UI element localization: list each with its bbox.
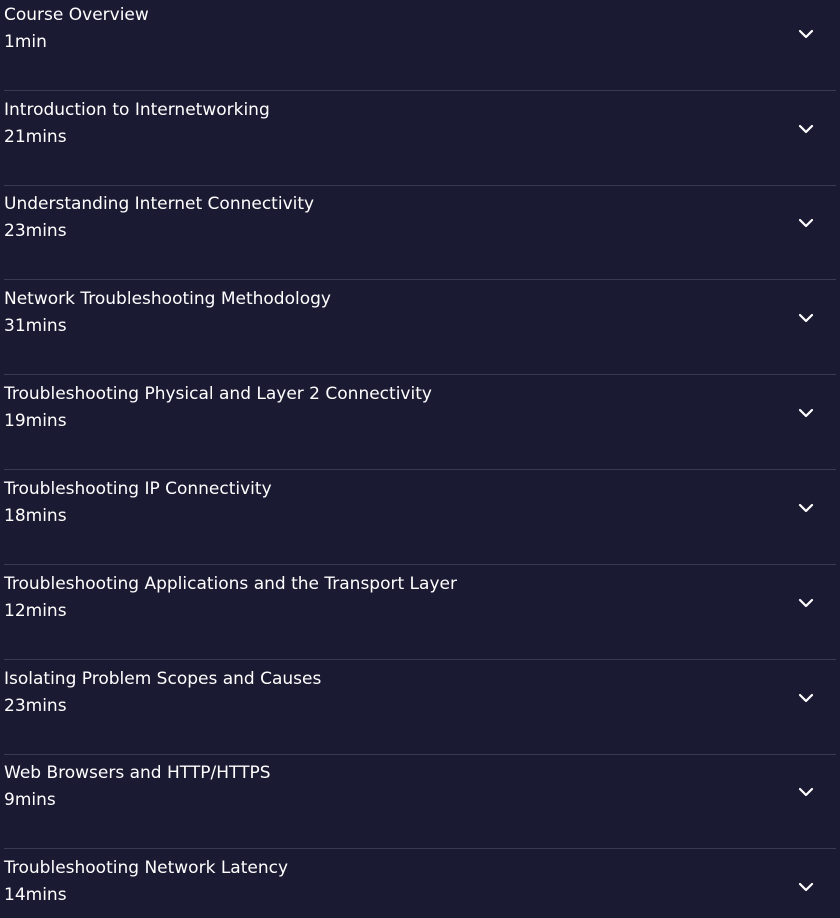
module-row-web-browsers-http[interactable]: Web Browsers and HTTP/HTTPS 9mins	[4, 754, 836, 849]
chevron-down-icon[interactable]	[794, 211, 818, 235]
chevron-down-icon[interactable]	[794, 401, 818, 425]
module-row-troubleshooting-physical-layer-2[interactable]: Troubleshooting Physical and Layer 2 Con…	[4, 375, 836, 470]
module-duration: 23mins	[4, 221, 67, 241]
module-row-course-overview[interactable]: Course Overview 1min	[4, 0, 836, 91]
module-duration: 12mins	[4, 601, 67, 621]
chevron-down-icon[interactable]	[794, 875, 818, 899]
module-title: Introduction to Internetworking	[4, 100, 270, 120]
module-duration: 19mins	[4, 411, 67, 431]
course-module-list: Course Overview 1min Introduction to Int…	[0, 0, 840, 918]
module-title: Troubleshooting Physical and Layer 2 Con…	[4, 384, 432, 404]
chevron-down-icon[interactable]	[794, 117, 818, 141]
module-row-troubleshooting-network-latency[interactable]: Troubleshooting Network Latency 14mins	[4, 849, 836, 918]
module-row-network-troubleshooting-methodology[interactable]: Network Troubleshooting Methodology 31mi…	[4, 280, 836, 375]
module-duration: 1min	[4, 32, 47, 52]
module-title: Understanding Internet Connectivity	[4, 194, 315, 214]
module-row-isolating-problem-scopes[interactable]: Isolating Problem Scopes and Causes 23mi…	[4, 660, 836, 755]
module-title: Isolating Problem Scopes and Causes	[4, 669, 322, 689]
chevron-down-icon[interactable]	[794, 22, 818, 46]
module-title: Course Overview	[4, 5, 149, 25]
module-row-understanding-internet-connectivity[interactable]: Understanding Internet Connectivity 23mi…	[4, 185, 836, 280]
module-title: Troubleshooting IP Connectivity	[4, 479, 272, 499]
module-duration: 14mins	[4, 885, 67, 905]
module-duration: 9mins	[4, 790, 56, 810]
module-title: Troubleshooting Network Latency	[4, 858, 289, 878]
chevron-down-icon[interactable]	[794, 496, 818, 520]
chevron-down-icon[interactable]	[794, 686, 818, 710]
chevron-down-icon[interactable]	[794, 780, 818, 804]
module-duration: 18mins	[4, 506, 67, 526]
module-title: Web Browsers and HTTP/HTTPS	[4, 763, 271, 783]
module-row-troubleshooting-ip-connectivity[interactable]: Troubleshooting IP Connectivity 18mins	[4, 470, 836, 565]
module-title: Network Troubleshooting Methodology	[4, 289, 331, 309]
module-duration: 23mins	[4, 696, 67, 716]
module-duration: 21mins	[4, 127, 67, 147]
chevron-down-icon[interactable]	[794, 591, 818, 615]
module-row-introduction-to-internetworking[interactable]: Introduction to Internetworking 21mins	[4, 91, 836, 186]
module-duration: 31mins	[4, 316, 67, 336]
chevron-down-icon[interactable]	[794, 306, 818, 330]
module-title: Troubleshooting Applications and the Tra…	[4, 574, 457, 594]
module-row-troubleshooting-applications-transport[interactable]: Troubleshooting Applications and the Tra…	[4, 565, 836, 660]
